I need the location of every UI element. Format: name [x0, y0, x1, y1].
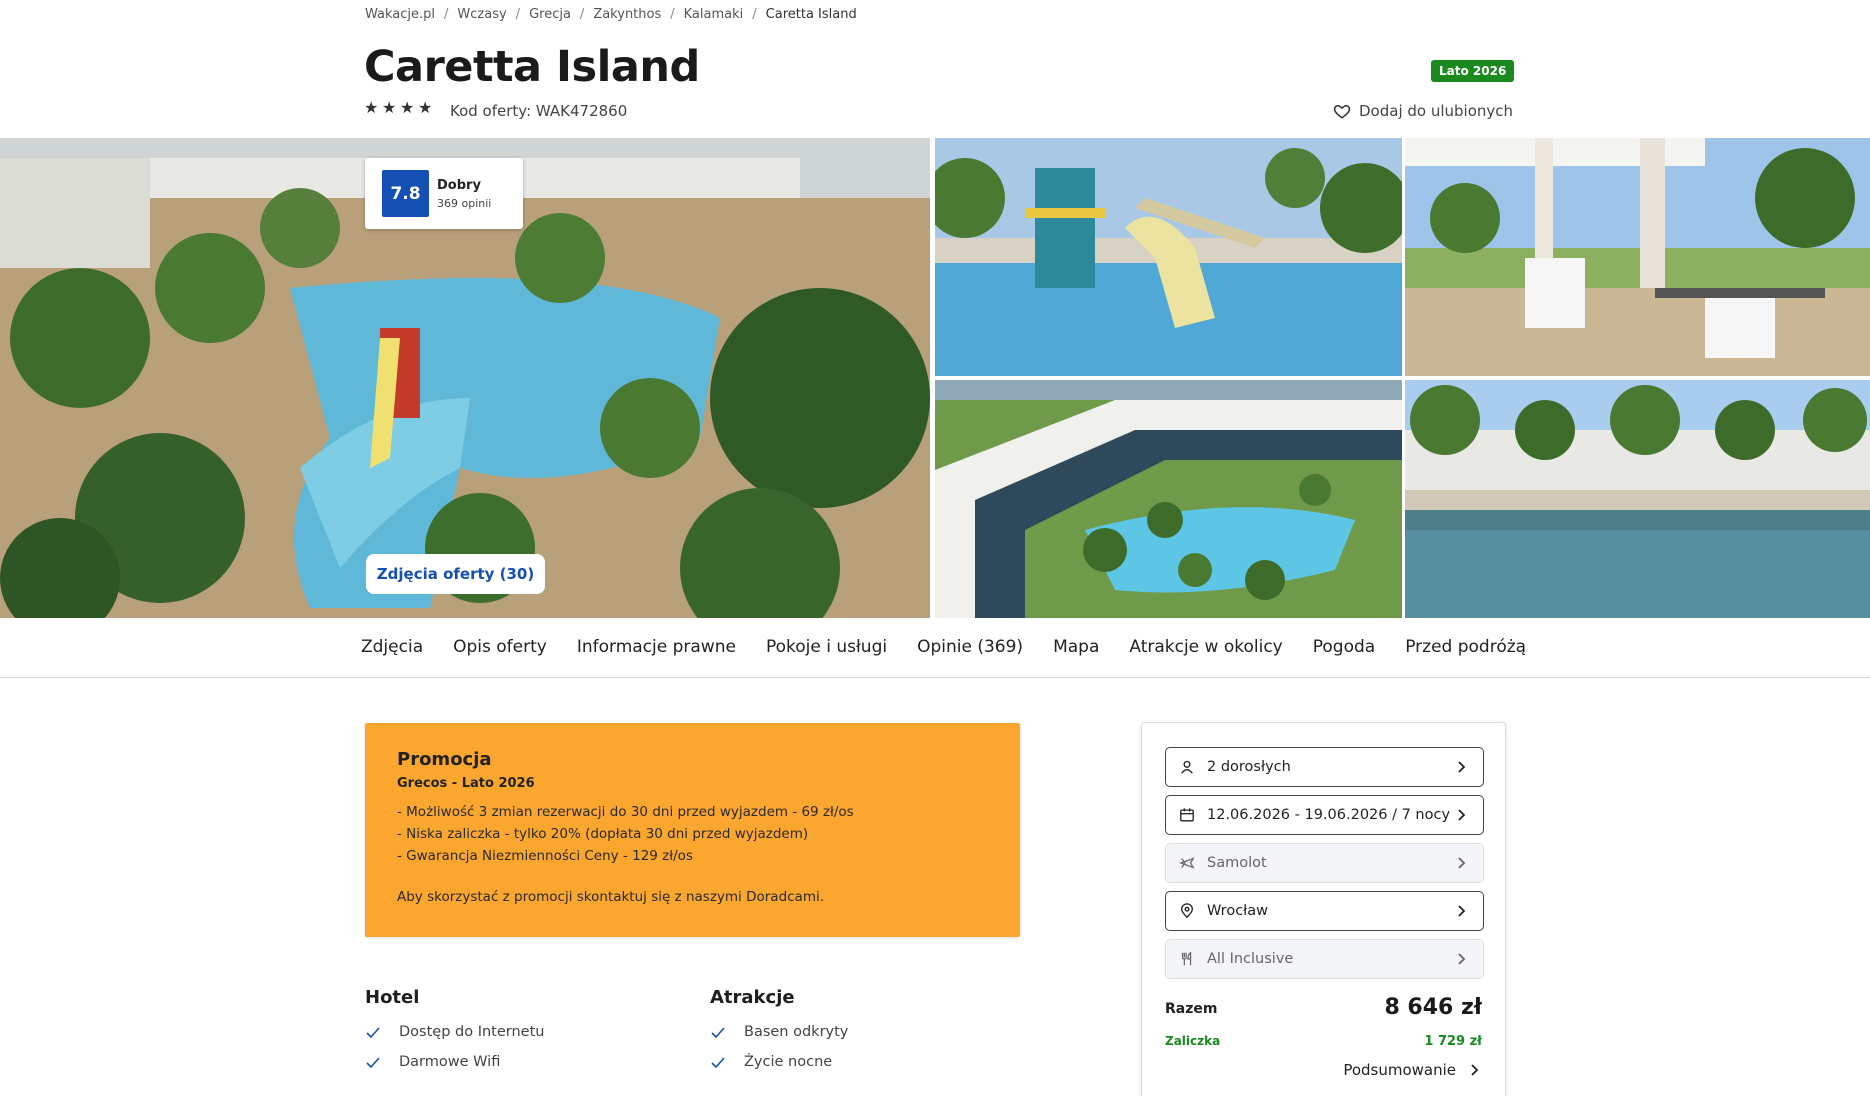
- season-badge: Lato 2026: [1431, 60, 1515, 82]
- transport-selector[interactable]: Samolot: [1165, 843, 1484, 883]
- booking-panel: 2 dorosłych 12.06.2026 - 19.06.2026 / 7 …: [1141, 722, 1506, 1096]
- promo-note: Aby skorzystać z promocji skontaktuj się…: [397, 889, 825, 905]
- hotel-section-title: Hotel: [365, 987, 420, 1008]
- total-price: 8 646 zł: [1384, 995, 1482, 1020]
- breadcrumb-item-wakacje[interactable]: Wakacje.pl: [365, 7, 435, 22]
- total-label: Razem: [1165, 1001, 1218, 1017]
- star-icon: ★: [382, 98, 397, 117]
- check-icon: [711, 1027, 725, 1039]
- tab-map[interactable]: Mapa: [1053, 637, 1099, 657]
- rating-score: 7.8: [382, 170, 429, 217]
- feature-item: Darmowe Wifi: [365, 1054, 544, 1070]
- star-icon: ★: [418, 98, 433, 117]
- promo-title: Promocja: [397, 749, 492, 770]
- check-icon: [711, 1057, 725, 1069]
- tab-nearby-attractions[interactable]: Atrakcje w okolicy: [1129, 637, 1282, 657]
- promo-line: - Gwarancja Niezmienności Ceny - 129 zł/…: [397, 848, 693, 864]
- breadcrumb-item-grecja[interactable]: Grecja: [529, 7, 571, 22]
- location-pin-icon: [1178, 902, 1196, 920]
- breadcrumb: Wakacje.pl / Wczasy / Grecja / Zakynthos…: [365, 7, 857, 22]
- transport-value: Samolot: [1207, 855, 1267, 871]
- rating-label: Dobry: [437, 177, 481, 193]
- photo-gallery: [0, 138, 1870, 618]
- board-selector[interactable]: All Inclusive: [1165, 939, 1484, 979]
- check-icon: [366, 1057, 380, 1069]
- departure-selector[interactable]: Wrocław: [1165, 891, 1484, 931]
- tab-legal-info[interactable]: Informacje prawne: [577, 637, 736, 657]
- tab-rooms-services[interactable]: Pokoje i usługi: [766, 637, 887, 657]
- cutlery-icon: [1178, 950, 1196, 968]
- hotel-features: Hotel Dostęp do Internetu Darmowe Wifi: [365, 987, 544, 1070]
- dates-value: 12.06.2026 - 19.06.2026 / 7 nocy: [1207, 807, 1451, 823]
- gallery-photo[interactable]: [935, 138, 1402, 376]
- chevron-right-icon: [1458, 953, 1466, 965]
- travelers-selector[interactable]: 2 dorosłych: [1165, 747, 1484, 787]
- breadcrumb-separator: /: [579, 7, 585, 22]
- breadcrumb-separator: /: [515, 7, 521, 22]
- tab-weather[interactable]: Pogoda: [1313, 637, 1375, 657]
- breadcrumb-separator: /: [752, 7, 757, 22]
- heart-icon: [1333, 104, 1351, 119]
- promo-subtitle: Grecos - Lato 2026: [397, 776, 535, 791]
- tab-before-trip[interactable]: Przed podróżą: [1405, 637, 1526, 657]
- chevron-right-icon: [1458, 905, 1466, 917]
- person-icon: [1178, 758, 1196, 776]
- dates-selector[interactable]: 12.06.2026 - 19.06.2026 / 7 nocy: [1165, 795, 1484, 835]
- breadcrumb-separator: /: [670, 7, 675, 22]
- star-icon: ★: [364, 98, 379, 117]
- board-value: All Inclusive: [1207, 951, 1294, 967]
- offer-code: Kod oferty: WAK472860: [450, 102, 628, 120]
- add-to-favorites-label: Dodaj do ulubionych: [1359, 102, 1514, 120]
- summary-label: Podsumowanie: [1343, 1061, 1456, 1079]
- feature-label: Dostęp do Internetu: [399, 1024, 545, 1040]
- feature-label: Basen odkryty: [744, 1024, 849, 1040]
- summary-link[interactable]: Podsumowanie: [1343, 1061, 1482, 1079]
- feature-label: Darmowe Wifi: [399, 1054, 501, 1070]
- tab-offer-description[interactable]: Opis oferty: [453, 637, 547, 657]
- breadcrumb-item-current: Caretta Island: [765, 7, 857, 22]
- chevron-right-icon: [1458, 857, 1466, 869]
- feature-item: Basen odkryty: [710, 1024, 848, 1040]
- departure-value: Wrocław: [1207, 903, 1269, 919]
- check-icon: [366, 1027, 380, 1039]
- promo-line: - Niska zaliczka - tylko 20% (dopłata 30…: [397, 826, 809, 842]
- breadcrumb-item-kalamaki[interactable]: Kalamaki: [684, 7, 744, 22]
- feature-item: Dostęp do Internetu: [365, 1024, 544, 1040]
- travelers-value: 2 dorosłych: [1207, 759, 1291, 775]
- breadcrumb-item-zakynthos[interactable]: Zakynthos: [593, 7, 661, 22]
- rating-card[interactable]: 7.8 Dobry 369 opinii: [365, 158, 523, 229]
- gallery-photo[interactable]: [1405, 138, 1870, 376]
- breadcrumb-item-wczasy[interactable]: Wczasy: [457, 7, 506, 22]
- deposit-label: Zaliczka: [1165, 1034, 1221, 1048]
- chevron-right-icon: [1458, 761, 1466, 773]
- page-title: Caretta Island: [364, 42, 700, 92]
- calendar-icon: [1178, 806, 1196, 824]
- feature-label: Życie nocne: [744, 1054, 833, 1070]
- feature-item: Życie nocne: [710, 1054, 848, 1070]
- tab-reviews[interactable]: Opinie (369): [917, 637, 1023, 657]
- plane-icon: [1178, 854, 1196, 872]
- deposit-price: 1 729 zł: [1424, 1034, 1482, 1049]
- breadcrumb-separator: /: [444, 7, 449, 22]
- promo-line: - Możliwość 3 zmian rezerwacji do 30 dni…: [397, 804, 854, 820]
- add-to-favorites-button[interactable]: Dodaj do ulubionych: [1333, 102, 1513, 120]
- gallery-photo[interactable]: [935, 380, 1402, 618]
- gallery-photo[interactable]: [1405, 380, 1870, 618]
- rating-count: 369 opinii: [437, 196, 492, 210]
- promo-box: Promocja Grecos - Lato 2026 - Możliwość …: [365, 723, 1020, 937]
- chevron-right-icon: [1458, 809, 1466, 821]
- attractions-section-title: Atrakcje: [710, 987, 795, 1008]
- attraction-features: Atrakcje Basen odkryty Życie nocne: [710, 987, 848, 1070]
- chevron-right-icon: [1471, 1064, 1479, 1076]
- tab-photos[interactable]: Zdjęcia: [361, 637, 423, 657]
- star-icon: ★: [400, 98, 415, 117]
- offer-photos-button[interactable]: Zdjęcia oferty (30): [366, 554, 545, 594]
- hotel-stars: ★ ★ ★ ★: [364, 100, 434, 116]
- section-tabs: Zdjęcia Opis oferty Informacje prawne Po…: [0, 618, 1870, 678]
